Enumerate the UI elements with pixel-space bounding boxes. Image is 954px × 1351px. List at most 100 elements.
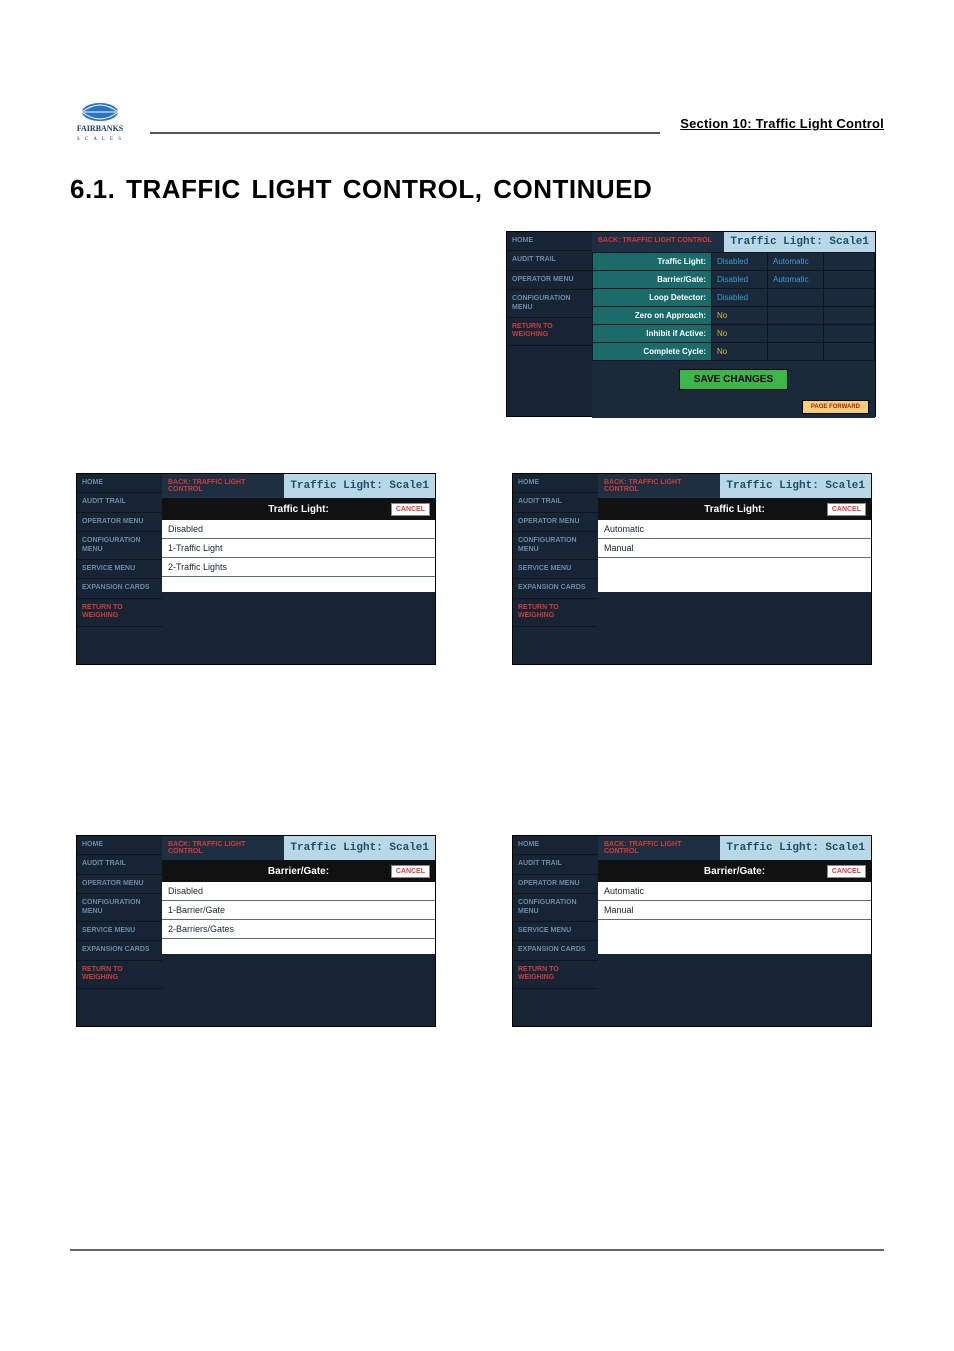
sidebar-item[interactable]: EXPANSION CARDS — [513, 941, 598, 960]
sidebar: HOMEAUDIT TRAILOPERATOR MENUCONFIGURATIO… — [513, 836, 598, 1026]
back-button[interactable]: BACK: TRAFFIC LIGHT CONTROL — [162, 836, 284, 860]
sidebar-item[interactable]: CONFIGURATION MENU — [513, 894, 598, 922]
config-row-label: Traffic Light: — [592, 253, 712, 271]
footer-rule — [70, 1249, 884, 1251]
config-row-spacer — [824, 307, 875, 325]
selection-header: Barrier/Gate: CANCEL — [598, 861, 871, 882]
config-row-value — [768, 307, 824, 325]
sidebar-item[interactable]: HOME — [507, 232, 592, 251]
document-page: FAIRBANKS S C A L E S Section 10: Traffi… — [0, 0, 954, 1351]
section-label: Section 10: Traffic Light Control — [680, 117, 884, 130]
traffic-light-count-panel: HOMEAUDIT TRAILOPERATOR MENUCONFIGURATIO… — [76, 473, 436, 665]
back-button[interactable]: BACK: TRAFFIC LIGHT CONTROL — [598, 836, 720, 860]
sidebar: HOMEAUDIT TRAILOPERATOR MENUCONFIGURATIO… — [77, 474, 162, 664]
sidebar-item[interactable]: EXPANSION CARDS — [77, 941, 162, 960]
logo-text: FAIRBANKS — [77, 124, 124, 133]
option-item[interactable]: 1-Barrier/Gate — [162, 901, 435, 920]
sidebar-item[interactable]: AUDIT TRAIL — [77, 493, 162, 512]
config-row-spacer — [824, 271, 875, 289]
sidebar-item[interactable]: HOME — [513, 474, 598, 493]
config-row-value[interactable]: No — [712, 343, 768, 361]
panel-title: Traffic Light: Scale1 — [720, 836, 871, 860]
sidebar-item[interactable]: AUDIT TRAIL — [507, 251, 592, 270]
option-list: AutomaticManual — [598, 520, 871, 592]
config-row-label: Barrier/Gate: — [592, 271, 712, 289]
sidebar-item[interactable]: HOME — [513, 836, 598, 855]
back-button[interactable]: BACK: TRAFFIC LIGHT CONTROL — [162, 474, 284, 498]
sidebar-item[interactable]: OPERATOR MENU — [513, 875, 598, 894]
option-item[interactable]: Automatic — [598, 882, 871, 901]
config-row-label: Complete Cycle: — [592, 343, 712, 361]
option-list: AutomaticManual — [598, 882, 871, 954]
barrier-gate-count-panel: HOMEAUDIT TRAILOPERATOR MENUCONFIGURATIO… — [76, 835, 436, 1027]
config-row-value[interactable]: Automatic — [768, 253, 824, 271]
sidebar-item[interactable]: EXPANSION CARDS — [77, 579, 162, 598]
config-row-value[interactable]: Disabled — [712, 289, 768, 307]
sidebar-item[interactable]: HOME — [77, 836, 162, 855]
config-row-value[interactable]: No — [712, 325, 768, 343]
cancel-button[interactable]: CANCEL — [391, 503, 430, 516]
sidebar-item[interactable]: RETURN TO WEIGHING — [77, 599, 162, 627]
config-grid: Traffic Light:DisabledAutomatic Barrier/G… — [592, 253, 875, 361]
panel-title: Traffic Light: Scale1 — [284, 474, 435, 498]
sidebar-item[interactable]: OPERATOR MENU — [513, 513, 598, 532]
sidebar-item[interactable]: OPERATOR MENU — [507, 271, 592, 290]
save-changes-button[interactable]: SAVE CHANGES — [679, 369, 788, 390]
sidebar-item[interactable]: SERVICE MENU — [77, 560, 162, 579]
page-title: 6.1. TRAFFIC LIGHT CONTROL, CONTINUED — [70, 174, 884, 205]
sidebar-item[interactable]: EXPANSION CARDS — [513, 579, 598, 598]
option-item[interactable]: 2-Traffic Lights — [162, 558, 435, 577]
svg-text:S C A L E S: S C A L E S — [77, 137, 123, 142]
option-item[interactable]: Disabled — [162, 882, 435, 901]
sidebar: HOMEAUDIT TRAILOPERATOR MENUCONFIGURATIO… — [77, 836, 162, 1026]
config-row-value[interactable]: Automatic — [768, 271, 824, 289]
sidebar-item[interactable]: SERVICE MENU — [513, 560, 598, 579]
sidebar-item[interactable]: RETURN TO WEIGHING — [513, 961, 598, 989]
cancel-button[interactable]: CANCEL — [391, 865, 430, 878]
sidebar-item[interactable]: AUDIT TRAIL — [77, 855, 162, 874]
config-row-label: Inhibit if Active: — [592, 325, 712, 343]
sidebar-item[interactable]: RETURN TO WEIGHING — [507, 318, 592, 346]
barrier-gate-mode-panel: HOMEAUDIT TRAILOPERATOR MENUCONFIGURATIO… — [512, 835, 872, 1027]
sidebar-item[interactable]: OPERATOR MENU — [77, 513, 162, 532]
config-row-spacer — [824, 343, 875, 361]
back-button[interactable]: BACK: TRAFFIC LIGHT CONTROL — [598, 474, 720, 498]
config-row-label: Loop Detector: — [592, 289, 712, 307]
sidebar-item[interactable]: SERVICE MENU — [513, 922, 598, 941]
sidebar-item[interactable]: CONFIGURATION MENU — [507, 290, 592, 318]
cancel-button[interactable]: CANCEL — [827, 865, 866, 878]
sidebar-item[interactable]: RETURN TO WEIGHING — [513, 599, 598, 627]
sidebar-main: HOMEAUDIT TRAILOPERATOR MENUCONFIGURATIO… — [507, 232, 592, 416]
sidebar-item[interactable]: AUDIT TRAIL — [513, 855, 598, 874]
option-list: Disabled1-Barrier/Gate2-Barriers/Gates — [162, 882, 435, 954]
config-row-label: Zero on Approach: — [592, 307, 712, 325]
traffic-light-mode-panel: HOMEAUDIT TRAILOPERATOR MENUCONFIGURATIO… — [512, 473, 872, 665]
config-row-spacer — [824, 253, 875, 271]
config-row-value[interactable]: No — [712, 307, 768, 325]
selection-header: Traffic Light: CANCEL — [162, 499, 435, 520]
sidebar-item[interactable]: RETURN TO WEIGHING — [77, 961, 162, 989]
page-header: FAIRBANKS S C A L E S Section 10: Traffi… — [70, 100, 884, 146]
option-item[interactable]: 2-Barriers/Gates — [162, 920, 435, 939]
option-item[interactable]: Manual — [598, 539, 871, 558]
sidebar-item[interactable]: CONFIGURATION MENU — [77, 532, 162, 560]
page-forward-button[interactable]: PAGE FORWARD — [802, 400, 869, 414]
option-item[interactable]: Disabled — [162, 520, 435, 539]
sidebar-item[interactable]: HOME — [77, 474, 162, 493]
option-item[interactable]: Manual — [598, 901, 871, 920]
option-item[interactable]: Automatic — [598, 520, 871, 539]
config-row-value[interactable]: Disabled — [712, 271, 768, 289]
sidebar-item[interactable]: CONFIGURATION MENU — [513, 532, 598, 560]
sidebar-item[interactable]: SERVICE MENU — [77, 922, 162, 941]
config-row-value — [768, 289, 824, 307]
back-button[interactable]: BACK: TRAFFIC LIGHT CONTROL — [592, 232, 724, 252]
cancel-button[interactable]: CANCEL — [827, 503, 866, 516]
sidebar-item[interactable]: CONFIGURATION MENU — [77, 894, 162, 922]
config-panel-main: HOMEAUDIT TRAILOPERATOR MENUCONFIGURATIO… — [506, 231, 876, 417]
config-row-spacer — [824, 289, 875, 307]
config-row-value[interactable]: Disabled — [712, 253, 768, 271]
sidebar-item[interactable]: AUDIT TRAIL — [513, 493, 598, 512]
sidebar-item[interactable]: OPERATOR MENU — [77, 875, 162, 894]
option-item[interactable]: 1-Traffic Light — [162, 539, 435, 558]
panel-title: Traffic Light: Scale1 — [720, 474, 871, 498]
